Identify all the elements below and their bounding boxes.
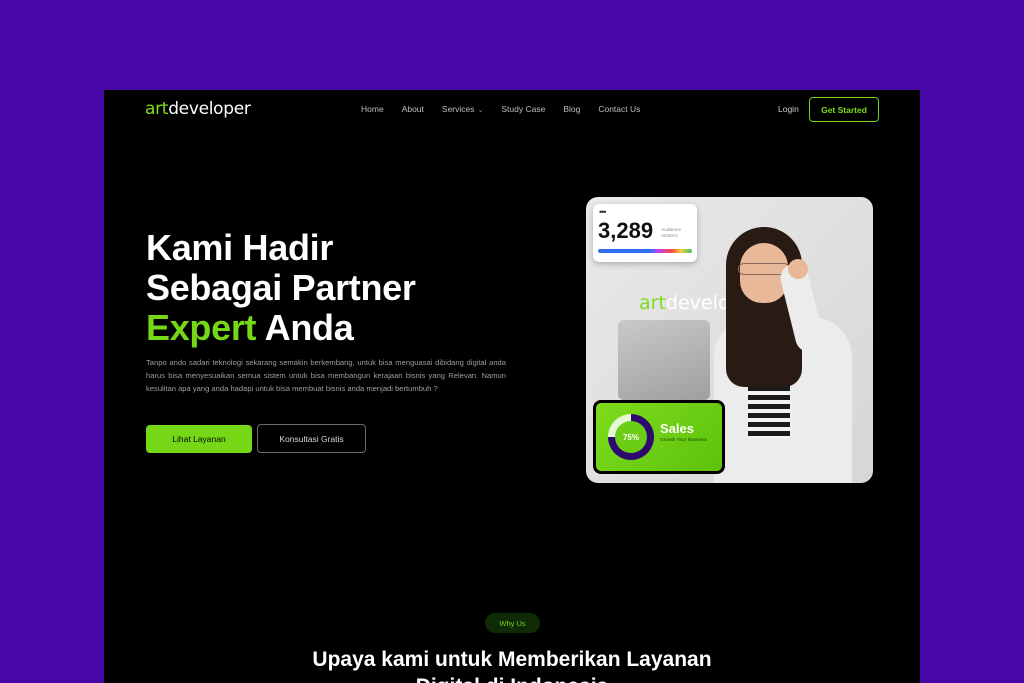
photo-logo-art: art — [639, 292, 666, 314]
laptop-image — [618, 320, 710, 400]
audience-label: Audience Visitor's — [661, 228, 682, 239]
sales-percent: 75% — [615, 421, 647, 453]
nav-item-home[interactable]: Home — [361, 104, 384, 114]
headline-highlight: Expert — [146, 307, 257, 348]
logo-developer-text: developer — [168, 99, 251, 119]
login-link[interactable]: Login — [778, 104, 799, 114]
headline-line-3: Expert Anda — [146, 308, 416, 348]
why-title-line-1: Upaya kami untuk Memberikan Layanan — [312, 648, 712, 671]
nav-item-blog[interactable]: Blog — [563, 104, 580, 114]
headline-line-3-rest: Anda — [256, 307, 354, 348]
more-dots-icon: ••• — [599, 207, 607, 217]
hero-headline: Kami Hadir Sebagai Partner Expert Anda — [146, 228, 416, 348]
nav-item-services[interactable]: Services ⌄ — [442, 104, 483, 114]
headline-line-1: Kami Hadir — [146, 227, 334, 268]
audience-count: 3,289 — [598, 218, 654, 243]
person-image — [708, 221, 858, 483]
lihat-layanan-button[interactable]: Lihat Layanan — [146, 425, 252, 453]
sales-progress-ring: 75% — [608, 414, 654, 460]
audience-color-bar — [598, 249, 692, 253]
nav-item-study-case[interactable]: Study Case — [501, 104, 545, 114]
headline-line-2: Sebagai Partner — [146, 267, 416, 308]
sales-subtitle: Growth Your Business — [660, 438, 708, 443]
why-title-line-2: Digital di Indonesia — [104, 673, 920, 683]
brand-logo[interactable]: art developer — [145, 99, 251, 121]
nav-services-label: Services — [441, 104, 475, 114]
get-started-button[interactable]: Get Started — [809, 97, 879, 122]
sales-title: Sales — [660, 421, 694, 436]
chevron-down-icon: ⌄ — [477, 107, 484, 114]
nav-item-contact-us[interactable]: Contact Us — [598, 104, 640, 114]
person-hand — [788, 259, 808, 279]
why-us-badge: Why Us — [485, 613, 540, 633]
sales-stat-card: 75% Sales Growth Your Business — [593, 400, 725, 474]
logo-art-text: art — [145, 99, 169, 119]
page-frame: art developer Home About Services ⌄ Study… — [104, 90, 920, 683]
konsultasi-gratis-button[interactable]: Konsultasi Gratis — [257, 424, 366, 453]
audience-stat-card: ••• 3,289 Audience Visitor's — [593, 204, 697, 262]
main-nav: Home About Services ⌄ Study Case Blog Con… — [361, 104, 640, 114]
hero-description: Tanpo ando sadari teknologi sekarang sem… — [146, 358, 506, 393]
why-us-title: Upaya kami untuk Memberikan Layanan Digi… — [104, 646, 920, 683]
nav-item-about[interactable]: About — [402, 104, 424, 114]
